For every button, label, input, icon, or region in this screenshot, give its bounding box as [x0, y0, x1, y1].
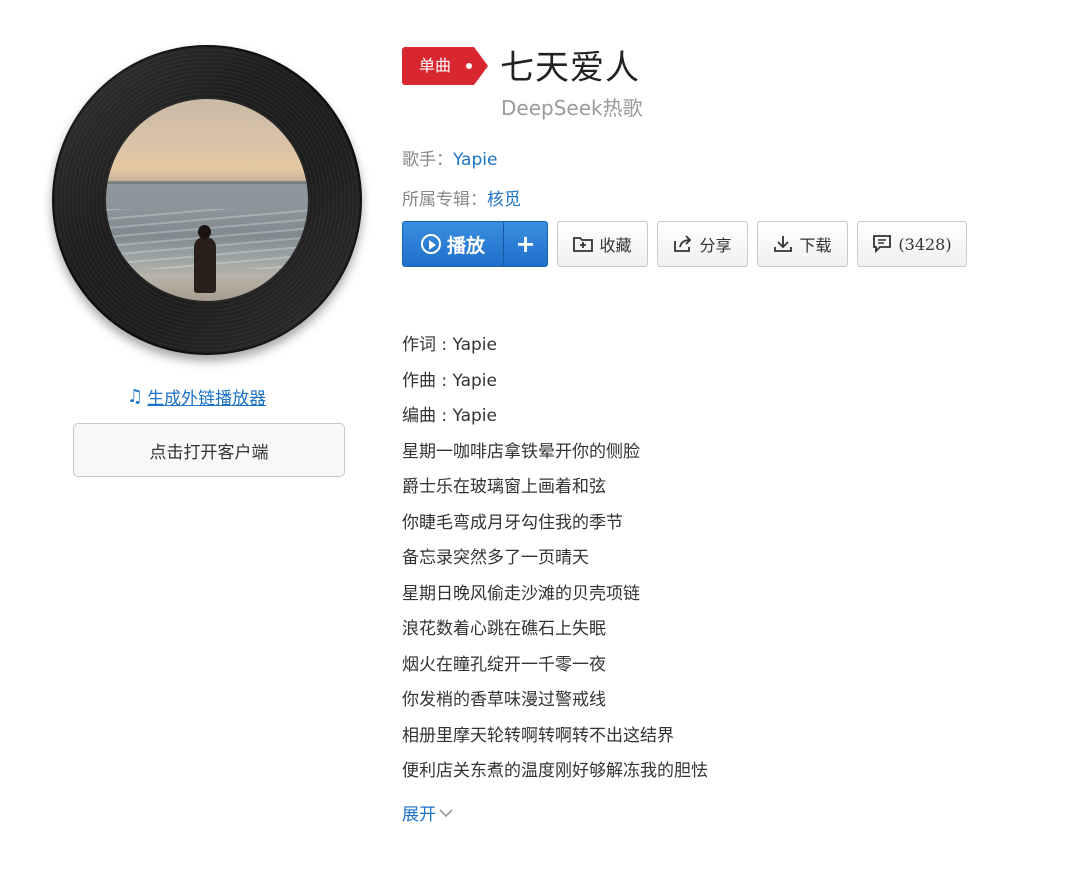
- comment-count: (3428): [898, 234, 952, 254]
- download-label: 下载: [799, 236, 832, 255]
- comment-icon: [873, 235, 892, 253]
- album-link[interactable]: 核觅: [487, 190, 521, 210]
- lyric-line: 爵士乐在玻璃窗上画着和弦: [402, 477, 606, 497]
- artist-row: 歌手：Yapie: [402, 145, 497, 170]
- lyric-line: 星期一咖啡店拿铁晕开你的侧脸: [402, 441, 640, 462]
- share-label: 分享: [699, 236, 732, 255]
- lyric-line: 浪花数着心跳在礁石上失眠: [402, 619, 606, 639]
- cover-photo: [106, 99, 308, 301]
- chevron-down-icon: [439, 808, 453, 817]
- play-group: 播放 +: [402, 221, 548, 267]
- song-subtitle: DeepSeek热歌: [501, 96, 643, 120]
- collect-button[interactable]: 收藏: [557, 221, 648, 267]
- single-tag-label: 单曲: [402, 47, 474, 85]
- download-icon: [774, 236, 793, 252]
- expand-lyrics-link[interactable]: 展开: [402, 800, 454, 825]
- collect-label: 收藏: [599, 236, 632, 255]
- lyrics-block: 作词 : Yapie 作曲 : Yapie 编曲 : Yapie 星期一咖啡店拿…: [402, 331, 708, 793]
- open-client-button[interactable]: 点击打开客户端: [73, 423, 345, 477]
- album-row: 所属专辑：核觅: [402, 185, 521, 210]
- tag-dot-icon: [466, 63, 472, 69]
- lyric-line: 你发梢的香草味漫过警戒线: [402, 690, 606, 710]
- embed-player-link[interactable]: ♫ 生成外链播放器: [127, 384, 266, 409]
- lyric-line: 烟火在瞳孔绽开一千零一夜: [402, 654, 606, 675]
- lyric-line: 备忘录突然多了一页晴天: [402, 548, 589, 568]
- download-button[interactable]: 下载: [757, 221, 848, 267]
- share-icon: [674, 235, 692, 252]
- play-button[interactable]: 播放: [403, 222, 504, 266]
- lyric-line: 作词 : Yapie: [402, 335, 497, 355]
- play-label: 播放: [446, 234, 485, 257]
- tag-arrow-icon: [474, 47, 488, 85]
- lyric-line: 星期日晚风偷走沙滩的贝壳项链: [402, 583, 640, 604]
- song-title: 七天爱人: [500, 48, 640, 88]
- action-bar: 播放 + 收藏 分享 下载 (3428): [402, 221, 967, 267]
- share-button[interactable]: 分享: [657, 221, 748, 267]
- lyric-line: 你睫毛弯成月牙勾住我的季节: [402, 512, 623, 533]
- folder-plus-icon: [573, 237, 594, 252]
- expand-label: 展开: [402, 805, 436, 825]
- album-label: 所属专辑：: [402, 190, 487, 210]
- lyric-line: 作曲 : Yapie: [402, 370, 497, 391]
- embed-player-label: 生成外链播放器: [147, 389, 267, 409]
- single-tag: 单曲: [402, 47, 488, 85]
- artist-link[interactable]: Yapie: [453, 150, 497, 170]
- lyric-line: 编曲 : Yapie: [402, 406, 497, 426]
- comments-button[interactable]: (3428): [857, 221, 967, 267]
- lyric-line: 便利店关东煮的温度刚好够解冻我的胆怯: [402, 761, 708, 781]
- add-to-playlist-button[interactable]: +: [504, 222, 547, 266]
- lyric-line: 相册里摩天轮转啊转啊转不出这结界: [402, 725, 674, 746]
- music-note-icon: ♫: [127, 386, 144, 407]
- album-cover[interactable]: [52, 45, 362, 355]
- play-icon: [420, 234, 441, 254]
- artist-label: 歌手：: [402, 150, 453, 170]
